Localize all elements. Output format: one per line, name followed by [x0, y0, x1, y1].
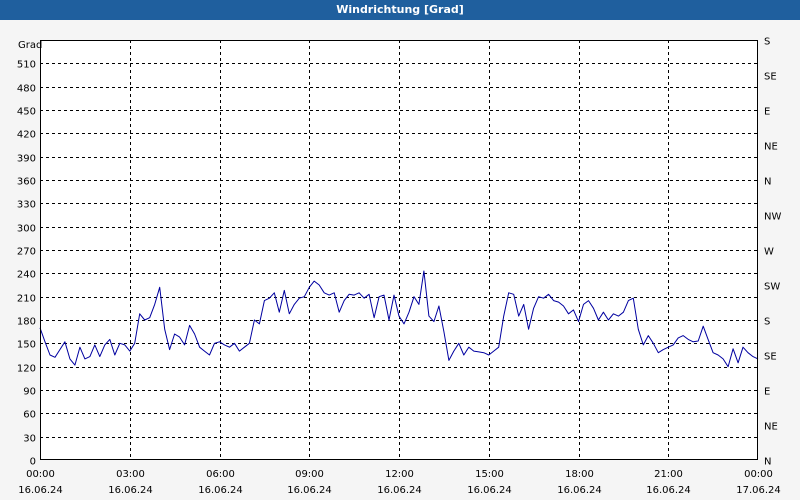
- y-tick-label: 0: [30, 457, 36, 468]
- window-title: Windrichtung [Grad]: [0, 0, 800, 20]
- y-tick-label: 30: [23, 434, 36, 445]
- compass-tick-label: SE: [764, 352, 777, 363]
- x-tick-time: 06:00: [206, 469, 235, 480]
- y-axis-label: Grad: [18, 40, 42, 51]
- y-tick-label: 270: [17, 247, 36, 258]
- y-tick-label: 390: [17, 154, 36, 165]
- y-tick-label: 360: [17, 177, 36, 188]
- y-tick-label: 240: [17, 270, 36, 281]
- compass-tick-label: W: [764, 247, 774, 258]
- compass-tick-label: S: [764, 37, 770, 48]
- y-tick-label: 480: [17, 84, 36, 95]
- y-tick-label: 120: [17, 364, 36, 375]
- x-tick-date: 16.06.24: [287, 485, 332, 496]
- compass-tick-label: E: [764, 387, 770, 398]
- compass-tick-label: NE: [764, 422, 778, 433]
- y-axis-right: N NE E SE S SW W NW N NE E SE S: [764, 37, 781, 468]
- x-tick-time: 12:00: [385, 469, 414, 480]
- x-tick-date: 16.06.24: [18, 485, 63, 496]
- y-tick-label: 420: [17, 130, 36, 141]
- y-tick-label: 330: [17, 200, 36, 211]
- x-tick-time: 00:00: [744, 469, 773, 480]
- y-tick-label: 450: [17, 107, 36, 118]
- compass-tick-label: S: [764, 317, 770, 328]
- x-tick-date: 16.06.24: [557, 485, 602, 496]
- x-tick-date: 16.06.24: [646, 485, 691, 496]
- y-axis-left: 0 30 60 90 120 150 180 210 240 270 300 330 360 390 420…: [17, 60, 36, 468]
- x-tick-date: 16.06.24: [377, 485, 422, 496]
- y-tick-label: 510: [17, 60, 36, 71]
- y-tick-label: 180: [17, 317, 36, 328]
- compass-tick-label: N: [764, 457, 771, 468]
- x-tick-time: 21:00: [654, 469, 683, 480]
- x-tick-date: 17.06.24: [736, 485, 781, 496]
- y-tick-label: 90: [23, 387, 36, 398]
- y-tick-label: 300: [17, 224, 36, 235]
- compass-tick-label: N: [764, 177, 771, 188]
- x-tick-time: 18:00: [565, 469, 594, 480]
- compass-tick-label: NW: [764, 212, 781, 223]
- x-tick-time: 03:00: [116, 469, 145, 480]
- compass-tick-label: SW: [764, 282, 780, 293]
- compass-tick-label: E: [764, 107, 770, 118]
- x-tick-time: 09:00: [295, 469, 324, 480]
- compass-tick-label: NE: [764, 142, 778, 153]
- y-tick-label: 210: [17, 294, 36, 305]
- x-tick-date: 16.06.24: [198, 485, 243, 496]
- x-tick-date: 16.06.24: [108, 485, 153, 496]
- y-tick-label: 150: [17, 340, 36, 351]
- wind-direction-chart: 0 30 60 90 120 150 180 210 240 270 300 330 360 390 420…: [17, 37, 782, 497]
- x-tick-time: 15:00: [475, 469, 504, 480]
- y-tick-label: 60: [23, 410, 36, 421]
- x-tick-time: 00:00: [26, 469, 55, 480]
- compass-tick-label: SE: [764, 72, 777, 83]
- x-axis: 00:00 16.06.24 03:00 16.06.24 06:00 16.06.24 0…: [18, 469, 781, 496]
- x-tick-date: 16.06.24: [467, 485, 512, 496]
